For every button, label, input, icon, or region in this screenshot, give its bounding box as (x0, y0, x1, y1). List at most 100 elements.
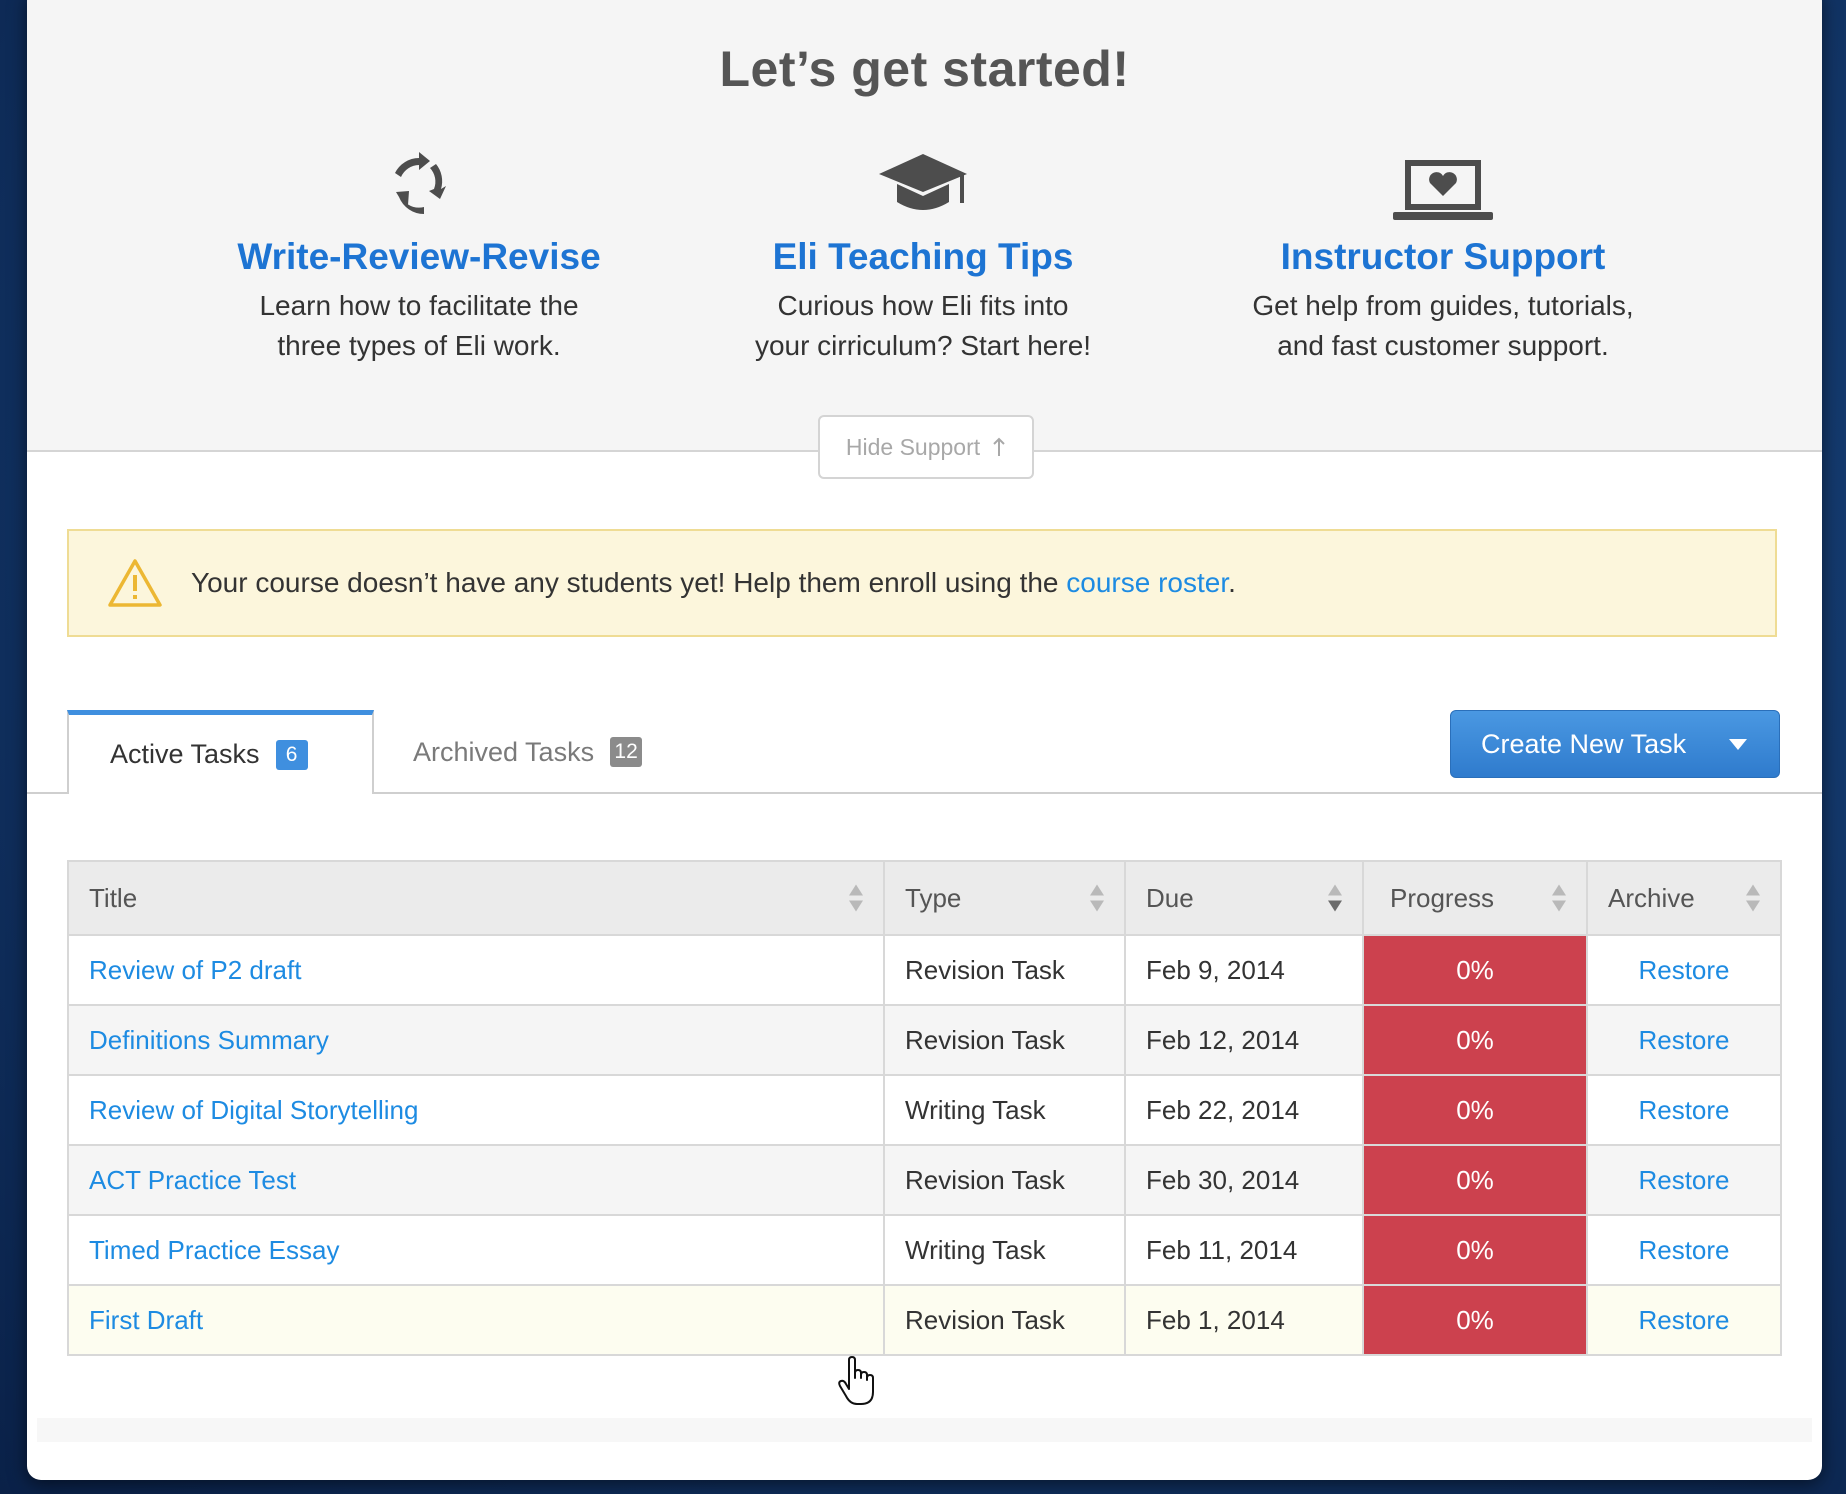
graduation-cap-icon (879, 154, 967, 210)
tab-archived-tasks[interactable]: Archived Tasks 12 (413, 710, 713, 794)
column-header-due[interactable]: Due (1124, 860, 1364, 936)
task-archive-cell: Restore (1586, 1074, 1782, 1146)
card-title[interactable]: Eli Teaching Tips (663, 234, 1183, 280)
alert-text: Your course doesn’t have any students ye… (191, 567, 1067, 598)
task-due-cell: Feb 30, 2014 (1124, 1144, 1364, 1216)
table-row: ACT Practice Test Revision Task Feb 30, … (67, 1144, 1782, 1216)
table-row: Definitions Summary Revision Task Feb 12… (67, 1004, 1782, 1076)
create-new-task-label: Create New Task (1481, 728, 1687, 759)
sort-icon[interactable] (1746, 884, 1760, 912)
restore-link[interactable]: Restore (1638, 955, 1729, 985)
tasks-table: Title Type Due Progress Archive Review o… (67, 860, 1782, 1356)
table-row: Review of P2 draft Revision Task Feb 9, … (67, 934, 1782, 1006)
task-title-link[interactable]: Definitions Summary (89, 1025, 329, 1055)
arrow-up-icon (993, 437, 1005, 456)
card-instructor-support[interactable]: Instructor Support Get help from guides,… (1183, 138, 1703, 366)
task-archive-cell: Restore (1586, 934, 1782, 1006)
restore-link[interactable]: Restore (1638, 1095, 1729, 1125)
task-progress-cell: 0% (1362, 1074, 1588, 1146)
table-header-row: Title Type Due Progress Archive (67, 860, 1782, 936)
alert-suffix: . (1228, 567, 1236, 598)
table-row: First Draft Revision Task Feb 1, 2014 0%… (67, 1284, 1782, 1356)
sort-icon[interactable] (1090, 884, 1104, 912)
column-header-type[interactable]: Type (883, 860, 1126, 936)
task-type-cell: Writing Task (883, 1074, 1126, 1146)
task-title-cell: Review of Digital Storytelling (67, 1074, 885, 1146)
task-due-cell: Feb 11, 2014 (1124, 1214, 1364, 1286)
tab-label: Archived Tasks (413, 736, 595, 767)
column-header-label: Type (905, 882, 962, 913)
task-title-link[interactable]: ACT Practice Test (89, 1165, 296, 1195)
task-type-cell: Writing Task (883, 1214, 1126, 1286)
task-title-cell: ACT Practice Test (67, 1144, 885, 1216)
task-type-cell: Revision Task (883, 1144, 1126, 1216)
alert-message: Your course doesn’t have any students ye… (191, 567, 1236, 599)
restore-link[interactable]: Restore (1638, 1165, 1729, 1195)
sort-icon[interactable] (1552, 884, 1566, 912)
task-due-cell: Feb 12, 2014 (1124, 1004, 1364, 1076)
support-title: Let’s get started! (719, 41, 1130, 97)
footer-strip (37, 1418, 1812, 1442)
table-row: Review of Digital Storytelling Writing T… (67, 1074, 1782, 1146)
no-students-alert: Your course doesn’t have any students ye… (67, 529, 1777, 637)
hide-support-label: Hide Support (845, 433, 981, 460)
tab-active-tasks[interactable]: Active Tasks 6 (67, 710, 374, 794)
task-progress-cell: 0% (1362, 1284, 1588, 1356)
task-progress-cell: 0% (1362, 1144, 1588, 1216)
hand-pointer-icon (838, 1356, 874, 1405)
table-row: Timed Practice Essay Writing Task Feb 11… (67, 1214, 1782, 1286)
task-type-cell: Revision Task (883, 1004, 1126, 1076)
task-archive-cell: Restore (1586, 1144, 1782, 1216)
task-title-cell: Review of P2 draft (67, 934, 885, 1006)
column-header-label: Progress (1390, 882, 1495, 913)
column-header-title[interactable]: Title (67, 860, 885, 936)
support-panel: Let’s get started! Write-Review-Revise L… (27, 0, 1822, 452)
task-title-cell: Timed Practice Essay (67, 1214, 885, 1286)
caret-down-icon[interactable] (1729, 739, 1747, 750)
column-header-label: Archive (1608, 882, 1695, 913)
restore-link[interactable]: Restore (1638, 1305, 1729, 1335)
tab-label: Active Tasks (110, 739, 260, 769)
card-description: Get help from guides, tutorials, and fas… (1252, 290, 1634, 361)
hide-support-button[interactable]: Hide Support (818, 415, 1034, 479)
restore-link[interactable]: Restore (1638, 1025, 1729, 1055)
archived-tasks-count-badge: 12 (610, 737, 643, 767)
cycle-arrows-icon (395, 152, 446, 214)
active-tasks-count-badge: 6 (275, 739, 308, 770)
task-type-cell: Revision Task (883, 1284, 1126, 1356)
course-roster-link[interactable]: course roster (1066, 567, 1228, 598)
laptop-heart-icon (1393, 160, 1493, 220)
task-type-cell: Revision Task (883, 934, 1126, 1006)
warning-icon (108, 559, 162, 607)
task-archive-cell: Restore (1586, 1284, 1782, 1356)
task-due-cell: Feb 22, 2014 (1124, 1074, 1364, 1146)
task-title-link[interactable]: Review of P2 draft (89, 955, 301, 985)
task-due-cell: Feb 1, 2014 (1124, 1284, 1364, 1356)
card-title[interactable]: Write-Review-Revise (159, 234, 679, 280)
card-title[interactable]: Instructor Support (1183, 234, 1703, 280)
task-progress-cell: 0% (1362, 1214, 1588, 1286)
task-title-link[interactable]: First Draft (89, 1305, 203, 1335)
card-description: Curious how Eli fits into your cirriculu… (754, 290, 1092, 361)
sort-icon[interactable] (1328, 884, 1342, 912)
column-header-label: Title (89, 882, 138, 913)
task-archive-cell: Restore (1586, 1214, 1782, 1286)
task-title-link[interactable]: Review of Digital Storytelling (89, 1095, 418, 1125)
column-header-label: Due (1146, 882, 1194, 913)
main-panel: Let’s get started! Write-Review-Revise L… (27, 0, 1822, 1480)
task-progress-cell: 0% (1362, 934, 1588, 1006)
column-header-progress[interactable]: Progress (1362, 860, 1588, 936)
create-new-task-button[interactable]: Create New Task (1450, 710, 1780, 778)
task-title-link[interactable]: Timed Practice Essay (89, 1235, 339, 1265)
card-eli-teaching-tips[interactable]: Eli Teaching Tips Curious how Eli fits i… (663, 138, 1183, 366)
card-write-review-revise[interactable]: Write-Review-Revise Learn how to facilit… (159, 138, 679, 366)
task-due-cell: Feb 9, 2014 (1124, 934, 1364, 1006)
task-archive-cell: Restore (1586, 1004, 1782, 1076)
task-title-cell: First Draft (67, 1284, 885, 1356)
restore-link[interactable]: Restore (1638, 1235, 1729, 1265)
card-description: Learn how to facilitate the three types … (259, 290, 579, 361)
column-header-archive[interactable]: Archive (1586, 860, 1782, 936)
task-title-cell: Definitions Summary (67, 1004, 885, 1076)
sort-icon[interactable] (849, 884, 863, 912)
task-progress-cell: 0% (1362, 1004, 1588, 1076)
